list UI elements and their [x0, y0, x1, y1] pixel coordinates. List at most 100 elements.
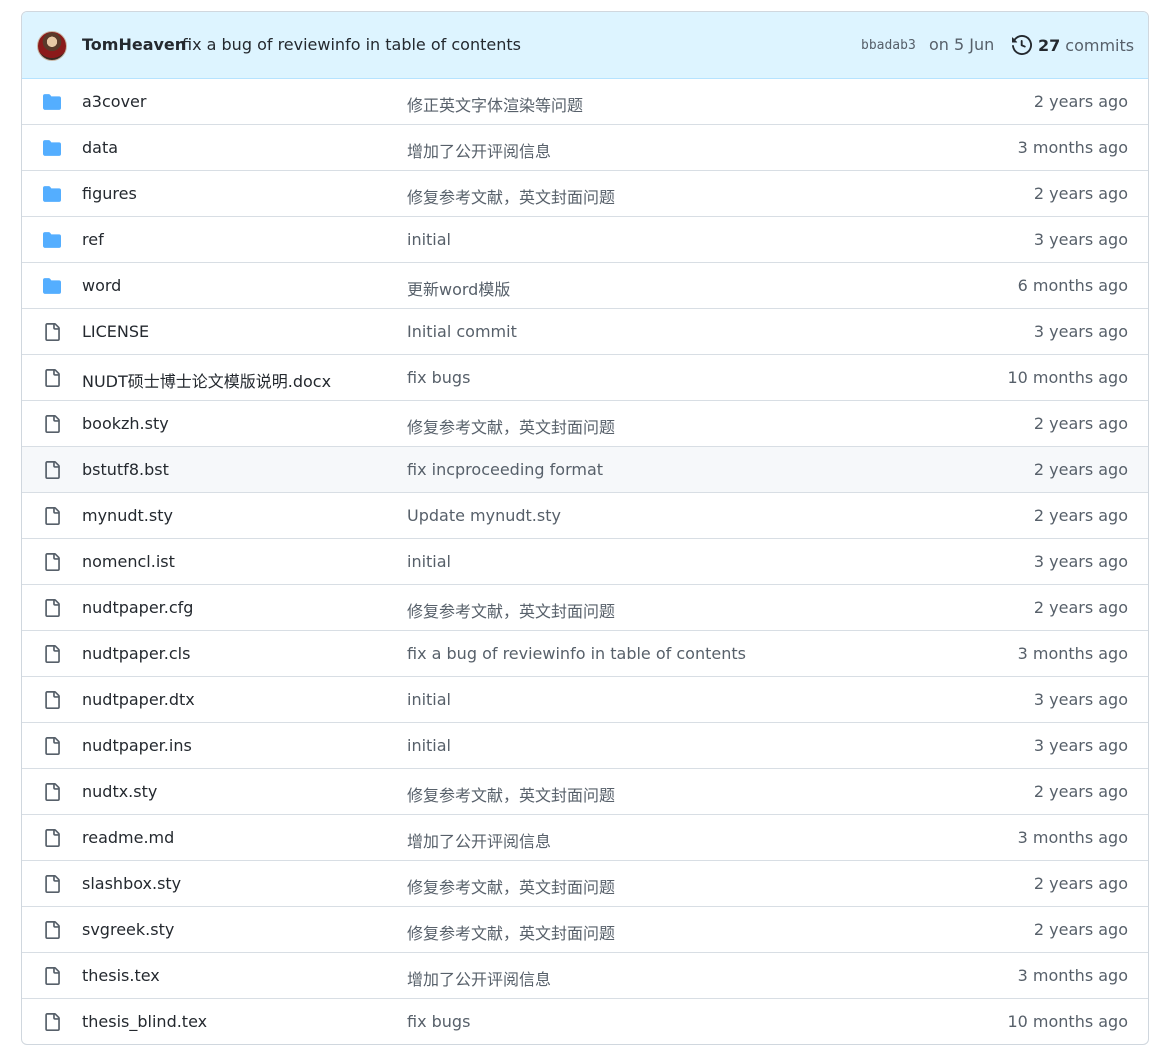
- file-name-link[interactable]: nudtpaper.dtx: [82, 690, 195, 709]
- file-name-link[interactable]: NUDT硕士博士论文模版说明.docx: [82, 368, 331, 392]
- file-icon: [42, 829, 62, 847]
- table-row[interactable]: slashbox.sty 修复参考文献，英文封面问题 2 years ago: [22, 861, 1148, 907]
- history-icon: [1012, 35, 1032, 55]
- commit-age: 2 years ago: [1033, 414, 1128, 433]
- file-name-link[interactable]: ref: [82, 230, 104, 249]
- file-name-link[interactable]: bookzh.sty: [82, 414, 169, 433]
- file-icon: [42, 323, 62, 341]
- table-row[interactable]: nudtx.sty 修复参考文献，英文封面问题 2 years ago: [22, 769, 1148, 815]
- file-icon: [42, 415, 62, 433]
- commit-author[interactable]: TomHeaven: [82, 35, 186, 54]
- file-name-link[interactable]: thesis_blind.tex: [82, 1012, 207, 1031]
- file-name-link[interactable]: nomencl.ist: [82, 552, 175, 571]
- commit-age: 2 years ago: [1033, 920, 1128, 939]
- commit-message-link[interactable]: 修复参考文献，英文封面问题: [407, 184, 615, 208]
- commit-message-link[interactable]: 增加了公开评阅信息: [407, 828, 551, 852]
- commit-message-link[interactable]: Initial commit: [407, 322, 517, 341]
- commit-age: 2 years ago: [1033, 184, 1128, 203]
- commit-message-link[interactable]: initial: [407, 230, 451, 249]
- commit-message[interactable]: fix a bug of reviewinfo in table of cont…: [182, 35, 521, 54]
- commit-age: 3 years ago: [1033, 322, 1128, 341]
- table-row[interactable]: word 更新word模版 6 months ago: [22, 263, 1148, 309]
- table-row[interactable]: ref initial 3 years ago: [22, 217, 1148, 263]
- commit-message-link[interactable]: initial: [407, 552, 451, 571]
- folder-icon: [42, 139, 62, 157]
- table-row[interactable]: svgreek.sty 修复参考文献，英文封面问题 2 years ago: [22, 907, 1148, 953]
- table-row[interactable]: bstutf8.bst fix incproceeding format 2 yea…: [22, 447, 1148, 493]
- file-icon: [42, 691, 62, 709]
- commit-date[interactable]: on 5 Jun: [929, 35, 994, 54]
- commit-message-link[interactable]: 修正英文字体渲染等问题: [407, 92, 583, 116]
- file-icon: [42, 645, 62, 663]
- file-name-link[interactable]: LICENSE: [82, 322, 149, 341]
- commit-age: 2 years ago: [1033, 598, 1128, 617]
- commit-message-link[interactable]: 修复参考文献，英文封面问题: [407, 874, 615, 898]
- commit-age: 3 months ago: [1017, 138, 1128, 157]
- file-name-link[interactable]: thesis.tex: [82, 966, 160, 985]
- table-row[interactable]: thesis_blind.tex fix bugs 10 months ago: [22, 999, 1148, 1044]
- file-name-link[interactable]: bstutf8.bst: [82, 460, 169, 479]
- file-name-link[interactable]: figures: [82, 184, 137, 203]
- commit-message-link[interactable]: 修复参考文献，英文封面问题: [407, 414, 615, 438]
- file-name-link[interactable]: slashbox.sty: [82, 874, 181, 893]
- commit-age: 2 years ago: [1033, 460, 1128, 479]
- table-row[interactable]: NUDT硕士博士论文模版说明.docx fix bugs 10 months ago: [22, 355, 1148, 401]
- commit-message-link[interactable]: fix bugs: [407, 1012, 470, 1031]
- table-row[interactable]: bookzh.sty 修复参考文献，英文封面问题 2 years ago: [22, 401, 1148, 447]
- commit-message-link[interactable]: 修复参考文献，英文封面问题: [407, 598, 615, 622]
- commit-message-link[interactable]: fix a bug of reviewinfo in table of cont…: [407, 644, 746, 663]
- commit-age: 10 months ago: [1007, 368, 1128, 387]
- file-name-link[interactable]: nudtpaper.cfg: [82, 598, 193, 617]
- table-row[interactable]: nudtpaper.cfg 修复参考文献，英文封面问题 2 years ago: [22, 585, 1148, 631]
- latest-commit-bar: TomHeaven fix a bug of reviewinfo in tab…: [22, 12, 1148, 79]
- commit-age: 3 months ago: [1017, 966, 1128, 985]
- table-row[interactable]: figures 修复参考文献，英文封面问题 2 years ago: [22, 171, 1148, 217]
- table-row[interactable]: data 增加了公开评阅信息 3 months ago: [22, 125, 1148, 171]
- commit-age: 6 months ago: [1017, 276, 1128, 295]
- file-icon: [42, 875, 62, 893]
- file-icon: [42, 921, 62, 939]
- commit-sha[interactable]: bbadab3: [861, 38, 916, 53]
- commit-message-link[interactable]: initial: [407, 736, 451, 755]
- avatar[interactable]: [37, 31, 67, 61]
- file-name-link[interactable]: mynudt.sty: [82, 506, 173, 525]
- table-row[interactable]: nomencl.ist initial 3 years ago: [22, 539, 1148, 585]
- table-row[interactable]: mynudt.sty Update mynudt.sty 2 years ago: [22, 493, 1148, 539]
- commit-message-link[interactable]: fix incproceeding format: [407, 460, 603, 479]
- file-name-link[interactable]: nudtpaper.cls: [82, 644, 190, 663]
- file-name-link[interactable]: readme.md: [82, 828, 174, 847]
- file-browser: TomHeaven fix a bug of reviewinfo in tab…: [21, 11, 1149, 1045]
- commits-label: commits: [1065, 35, 1135, 55]
- table-row[interactable]: nudtpaper.dtx initial 3 years ago: [22, 677, 1148, 723]
- commit-message-link[interactable]: Update mynudt.sty: [407, 506, 561, 525]
- file-name-link[interactable]: svgreek.sty: [82, 920, 174, 939]
- commit-age: 3 years ago: [1033, 552, 1128, 571]
- file-icon: [42, 369, 62, 387]
- table-row[interactable]: nudtpaper.cls fix a bug of reviewinfo in …: [22, 631, 1148, 677]
- folder-icon: [42, 185, 62, 203]
- table-row[interactable]: thesis.tex 增加了公开评阅信息 3 months ago: [22, 953, 1148, 999]
- commit-message-link[interactable]: 增加了公开评阅信息: [407, 138, 551, 162]
- commit-message-link[interactable]: 修复参考文献，英文封面问题: [407, 782, 615, 806]
- file-name-link[interactable]: word: [82, 276, 121, 295]
- commit-message-link[interactable]: fix bugs: [407, 368, 470, 387]
- commit-message-link[interactable]: 增加了公开评阅信息: [407, 966, 551, 990]
- commits-link[interactable]: 27 commits: [1012, 34, 1134, 56]
- table-row[interactable]: readme.md 增加了公开评阅信息 3 months ago: [22, 815, 1148, 861]
- folder-icon: [42, 277, 62, 295]
- file-icon: [42, 507, 62, 525]
- commit-message-link[interactable]: 修复参考文献，英文封面问题: [407, 920, 615, 944]
- file-list: a3cover 修正英文字体渲染等问题 2 years ago data 增加了公开评阅…: [22, 79, 1148, 1044]
- commit-message-link[interactable]: initial: [407, 690, 451, 709]
- table-row[interactable]: LICENSE Initial commit 3 years ago: [22, 309, 1148, 355]
- file-icon: [42, 461, 62, 479]
- table-row[interactable]: a3cover 修正英文字体渲染等问题 2 years ago: [22, 79, 1148, 125]
- file-name-link[interactable]: a3cover: [82, 92, 146, 111]
- file-name-link[interactable]: nudtpaper.ins: [82, 736, 192, 755]
- file-name-link[interactable]: data: [82, 138, 118, 157]
- commits-count: 27: [1038, 35, 1061, 55]
- table-row[interactable]: nudtpaper.ins initial 3 years ago: [22, 723, 1148, 769]
- commit-message-link[interactable]: 更新word模版: [407, 276, 510, 300]
- file-icon: [42, 967, 62, 985]
- file-name-link[interactable]: nudtx.sty: [82, 782, 157, 801]
